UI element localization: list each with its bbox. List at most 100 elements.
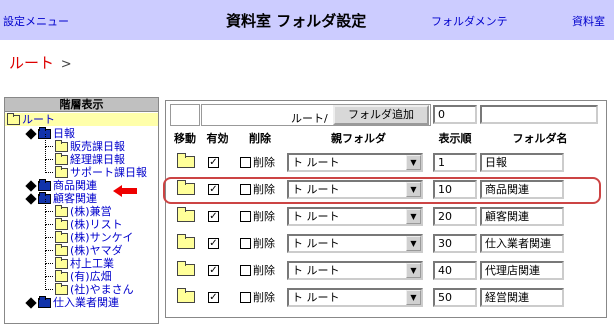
parent-folder-value: ト ルート (292, 291, 340, 304)
valid-checkbox[interactable]: ✓ (208, 238, 219, 249)
folder-name-input[interactable]: 仕入業者関連 (480, 234, 564, 253)
page-title: 資料室 フォルダ設定 (226, 12, 367, 30)
parent-folder-value: ト ルート (292, 156, 340, 169)
tree-item-label: 顧客関連 (53, 192, 97, 205)
folder-name-input[interactable]: 日報 (480, 153, 564, 172)
order-input[interactable]: 50 (433, 288, 477, 307)
expand-diamond-icon[interactable] (25, 296, 37, 309)
col-header-folder-name: フォルダ名 (512, 132, 568, 145)
parent-folder-value: ト ルート (292, 210, 340, 223)
add-folder-button[interactable]: フォルダ追加 (333, 105, 429, 125)
tree-item-label: 経理課日報 (70, 153, 125, 166)
delete-checkbox[interactable] (240, 157, 251, 168)
parent-folder-select[interactable]: ト ルート ▼ (287, 234, 423, 253)
tree-item-label: (株)リスト (70, 218, 123, 231)
folder-name-input[interactable]: 代理店関連 (480, 261, 564, 280)
chevron-down-icon[interactable]: ▼ (406, 290, 421, 305)
valid-checkbox[interactable]: ✓ (208, 292, 219, 303)
tree-item-label: (社)やまさん (70, 283, 134, 296)
delete-label: 削除 (253, 237, 275, 250)
tree-connector (45, 160, 53, 173)
tree-item-label: 商品関連 (53, 179, 97, 192)
document-room-link[interactable]: 資料室 (572, 13, 605, 29)
delete-checkbox[interactable] (240, 211, 251, 222)
tree-connector (45, 134, 53, 147)
move-folder-icon[interactable] (177, 153, 195, 168)
breadcrumb-root[interactable]: ルート (9, 54, 54, 72)
breadcrumb: ルート > (9, 52, 72, 73)
tree-connector (45, 277, 53, 290)
tree-item[interactable]: (株)ヤマダ (45, 238, 123, 257)
tree-item[interactable]: (株)サンケイ (45, 225, 134, 244)
tree-item[interactable]: (株)兼営 (45, 199, 112, 218)
tree-item[interactable]: (株)リスト (45, 212, 123, 231)
move-folder-icon[interactable] (177, 288, 195, 303)
col-header-delete: 削除 (249, 132, 271, 145)
folder-icon (38, 179, 51, 191)
delete-checkbox[interactable] (240, 292, 251, 303)
folder-name-input[interactable]: 顧客関連 (480, 207, 564, 226)
tree-root[interactable]: ルート (5, 113, 158, 126)
tree-item[interactable]: 経理課日報 (45, 147, 125, 166)
tree-item-label: (株)サンケイ (70, 231, 134, 244)
valid-checkbox[interactable]: ✓ (208, 157, 219, 168)
parent-folder-select[interactable]: ト ルート ▼ (287, 288, 423, 307)
new-order-input[interactable]: 0 (433, 105, 477, 124)
tree-item-label: 日報 (53, 127, 75, 140)
folder-icon (55, 166, 68, 178)
parent-folder-select[interactable]: ト ルート ▼ (287, 207, 423, 226)
valid-checkbox[interactable]: ✓ (208, 211, 219, 222)
chevron-down-icon[interactable]: ▼ (406, 155, 421, 170)
move-folder-icon[interactable] (177, 234, 195, 249)
settings-menu-link[interactable]: 設定メニュー (3, 13, 69, 29)
folder-icon (55, 257, 68, 269)
delete-label: 削除 (253, 291, 275, 304)
folder-icon (55, 283, 68, 295)
chevron-down-icon[interactable]: ▼ (406, 263, 421, 278)
tree-item[interactable]: 販売課日報 (45, 134, 125, 153)
valid-checkbox[interactable]: ✓ (208, 265, 219, 276)
tree-connector (45, 238, 53, 251)
expand-diamond-icon[interactable] (25, 127, 37, 140)
col-header-order: 表示順 (438, 132, 472, 145)
tree-item[interactable]: サポート課日報 (45, 160, 147, 179)
tree-item-label: サポート課日報 (70, 166, 147, 179)
tree-connector (45, 225, 53, 238)
folder-maintenance-link[interactable]: フォルダメンテ (431, 13, 508, 29)
expand-diamond-icon[interactable] (25, 192, 37, 205)
folder-name-input[interactable]: 経営関連 (480, 288, 564, 307)
top-header-bar: 設定メニュー 資料室 フォルダ設定 フォルダメンテ 資料室 (0, 0, 614, 40)
order-input[interactable]: 30 (433, 234, 477, 253)
order-input[interactable]: 1 (433, 153, 477, 172)
parent-folder-select[interactable]: ト ルート ▼ (287, 261, 423, 280)
tree-connector (45, 199, 53, 212)
folder-icon (55, 153, 68, 165)
tree-item[interactable]: 商品関連 (25, 179, 97, 192)
tree-item[interactable]: (有)広畑 (45, 264, 112, 283)
tree-item-label: 村上工業 (70, 257, 114, 270)
tree-item[interactable]: 顧客関連 (25, 192, 97, 205)
order-input[interactable]: 20 (433, 207, 477, 226)
move-folder-icon[interactable] (177, 207, 195, 222)
parent-folder-value: ト ルート (292, 237, 340, 250)
chevron-down-icon[interactable]: ▼ (406, 209, 421, 224)
chevron-down-icon[interactable]: ▼ (406, 236, 421, 251)
folder-tree-panel: 階層表示 ルート 日報 販売課日報 経理課日報 サポート課日報 商品関連 顧客関連 (株)兼… (4, 97, 159, 324)
tree-item[interactable]: (社)やまさん (45, 277, 134, 296)
red-arrow-icon (113, 185, 137, 197)
move-folder-icon[interactable] (177, 261, 195, 276)
delete-label: 削除 (253, 156, 275, 169)
folder-icon (55, 270, 68, 282)
expand-diamond-icon[interactable] (25, 179, 37, 192)
delete-checkbox[interactable] (240, 265, 251, 276)
parent-folder-select[interactable]: ト ルート ▼ (287, 153, 423, 172)
col-header-valid: 有効 (206, 132, 229, 145)
col-header-parent: 親フォルダ (331, 132, 386, 145)
tree-item[interactable]: 村上工業 (45, 251, 114, 270)
tree-item[interactable]: 仕入業者関連 (25, 296, 119, 309)
order-input[interactable]: 40 (433, 261, 477, 280)
highlight-outline (163, 177, 601, 204)
new-folder-name-input[interactable] (480, 105, 598, 124)
delete-checkbox[interactable] (240, 238, 251, 249)
breadcrumb-separator: > (60, 57, 72, 72)
